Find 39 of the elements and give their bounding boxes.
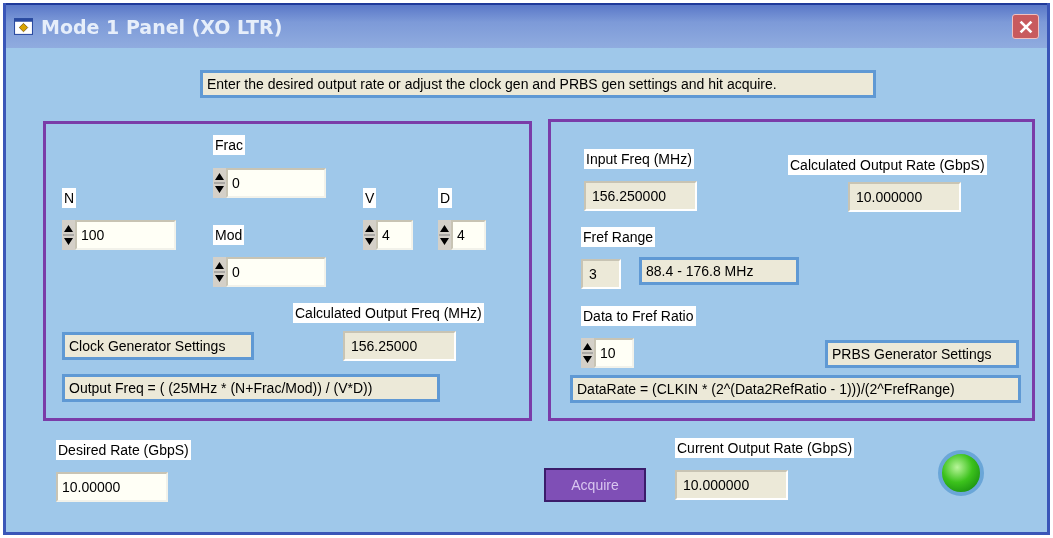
field-label: N <box>62 188 77 208</box>
window-icon <box>14 18 33 35</box>
field-label: Frac <box>213 135 245 155</box>
field-label: Current Output Rate (GbpS) <box>675 438 855 458</box>
readout-field: 10.000000 <box>848 182 961 212</box>
number-field[interactable]: 10 <box>594 338 634 368</box>
readout-field: 156.25000 <box>343 331 456 361</box>
spinner-icon[interactable] <box>581 338 594 368</box>
spinner-icon[interactable] <box>213 257 226 287</box>
number-field[interactable]: 0 <box>226 257 326 287</box>
field-label: Input Freq (MHz) <box>584 149 694 169</box>
number-field[interactable]: 4 <box>376 220 413 250</box>
field-label: Calculated Output Freq (MHz) <box>293 303 484 323</box>
field-label: Desired Rate (GbpS) <box>56 440 191 460</box>
window-title: Mode 1 Panel (XO LTR) <box>41 15 283 38</box>
spinner-icon[interactable] <box>62 220 75 250</box>
formula-text: Output Freq = ( (25MHz * (N+Frac/Mod)) / (V*D)) <box>62 374 440 402</box>
field-label: Calculated Output Rate (GbpS) <box>788 155 987 175</box>
range-text: 88.4 - 176.8 MHz <box>639 257 799 285</box>
field-label: Fref Range <box>581 227 656 247</box>
field-label: D <box>438 188 453 208</box>
spinner-icon[interactable] <box>438 220 451 250</box>
readout-field: 3 <box>581 259 621 289</box>
readout-field: 10.000000 <box>675 470 788 500</box>
field-label: Data to Fref Ratio <box>581 306 696 326</box>
spinner-icon[interactable] <box>213 168 226 198</box>
number-field[interactable]: 10.00000 <box>56 472 168 502</box>
section-title: PRBS Generator Settings <box>825 340 1019 368</box>
number-field[interactable]: 4 <box>451 220 486 250</box>
acquire-button[interactable]: Acquire <box>544 468 646 502</box>
field-label: Mod <box>213 225 245 245</box>
section-title: Clock Generator Settings <box>62 332 254 360</box>
formula-text: DataRate = (CLKIN * (2^(Data2RefRatio - 1)))/(2^FrefRange) <box>570 375 1021 403</box>
field-label: V <box>363 188 377 208</box>
instruction-text: Enter the desired output rate or adjust the clock gen and PRBS gen settings and hit acquire. <box>200 70 876 98</box>
readout-field: 156.250000 <box>584 181 697 211</box>
spinner-icon[interactable] <box>363 220 376 250</box>
number-field[interactable]: 0 <box>226 168 326 198</box>
number-field[interactable]: 100 <box>75 220 176 250</box>
